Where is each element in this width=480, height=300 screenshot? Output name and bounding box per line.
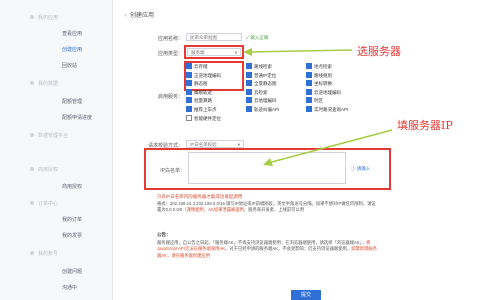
annotation-arrows — [243, 48, 393, 166]
annotation-fill-ip: 填服务器IP — [397, 119, 453, 132]
annotation-select-server: 选服务器 — [357, 45, 401, 58]
arrow-fill-ip — [267, 129, 393, 164]
arrow-select-server — [247, 49, 353, 53]
arrowhead-fill-ip — [263, 158, 273, 166]
arrowhead-select-server — [243, 48, 252, 56]
